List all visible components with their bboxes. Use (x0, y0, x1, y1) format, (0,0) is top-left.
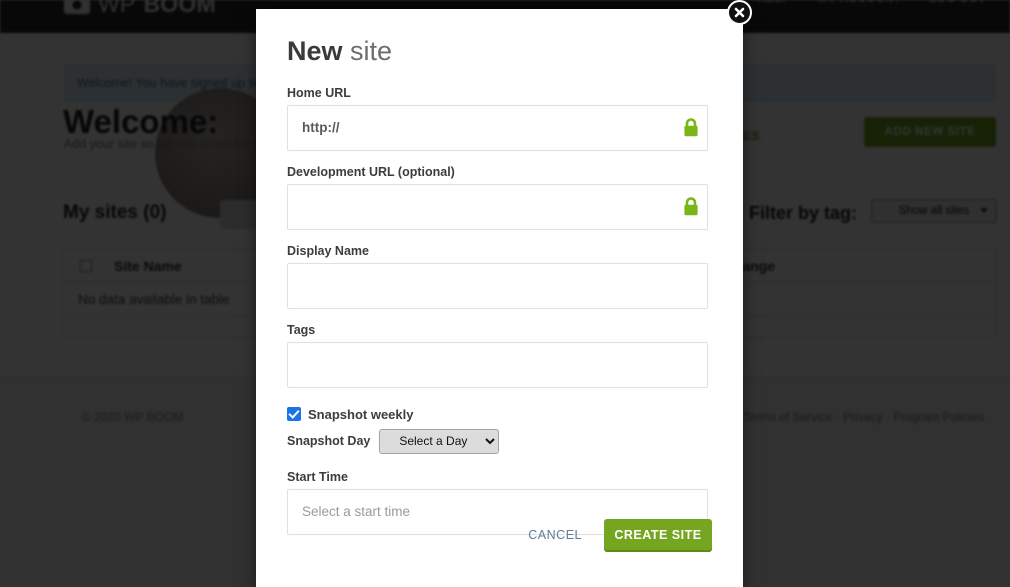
create-site-button[interactable]: CREATE SITE (604, 519, 712, 550)
close-modal-button[interactable] (727, 0, 752, 25)
field-dev-url: Development URL (optional) (287, 165, 712, 230)
snapshot-day-select[interactable]: Select a Day (379, 428, 500, 454)
start-time-label: Start Time (287, 469, 348, 484)
tags-label: Tags (287, 322, 316, 337)
modal-title-strong: New (287, 36, 343, 66)
modal-title-light: site (350, 36, 393, 66)
snapshot-day-label: Snapshot Day (287, 434, 371, 449)
dev-url-input[interactable] (287, 183, 708, 230)
snapshot-weekly-checkbox[interactable] (287, 407, 301, 422)
new-site-modal: New site Home URL Development URL (optio… (256, 9, 743, 587)
lock-icon (684, 196, 698, 215)
snapshot-day-row: Snapshot Day Select a Day (287, 428, 712, 454)
display-name-label: Display Name (287, 243, 369, 258)
modal-actions: CANCEL CREATE SITE (528, 519, 712, 550)
field-tags: Tags (287, 323, 712, 388)
tags-input[interactable] (287, 341, 708, 388)
close-icon (734, 7, 745, 18)
display-name-input[interactable] (287, 262, 708, 309)
field-display-name: Display Name (287, 244, 712, 309)
dev-url-label: Development URL (optional) (287, 164, 455, 179)
field-home-url: Home URL (287, 86, 712, 151)
home-url-label: Home URL (287, 85, 351, 100)
lock-icon (684, 117, 698, 136)
snapshot-weekly-label: Snapshot weekly (308, 406, 414, 422)
cancel-button[interactable]: CANCEL (528, 528, 582, 542)
modal-title: New site (287, 36, 712, 67)
home-url-input[interactable] (287, 104, 708, 151)
snapshot-weekly-row[interactable]: Snapshot weekly (287, 407, 712, 422)
